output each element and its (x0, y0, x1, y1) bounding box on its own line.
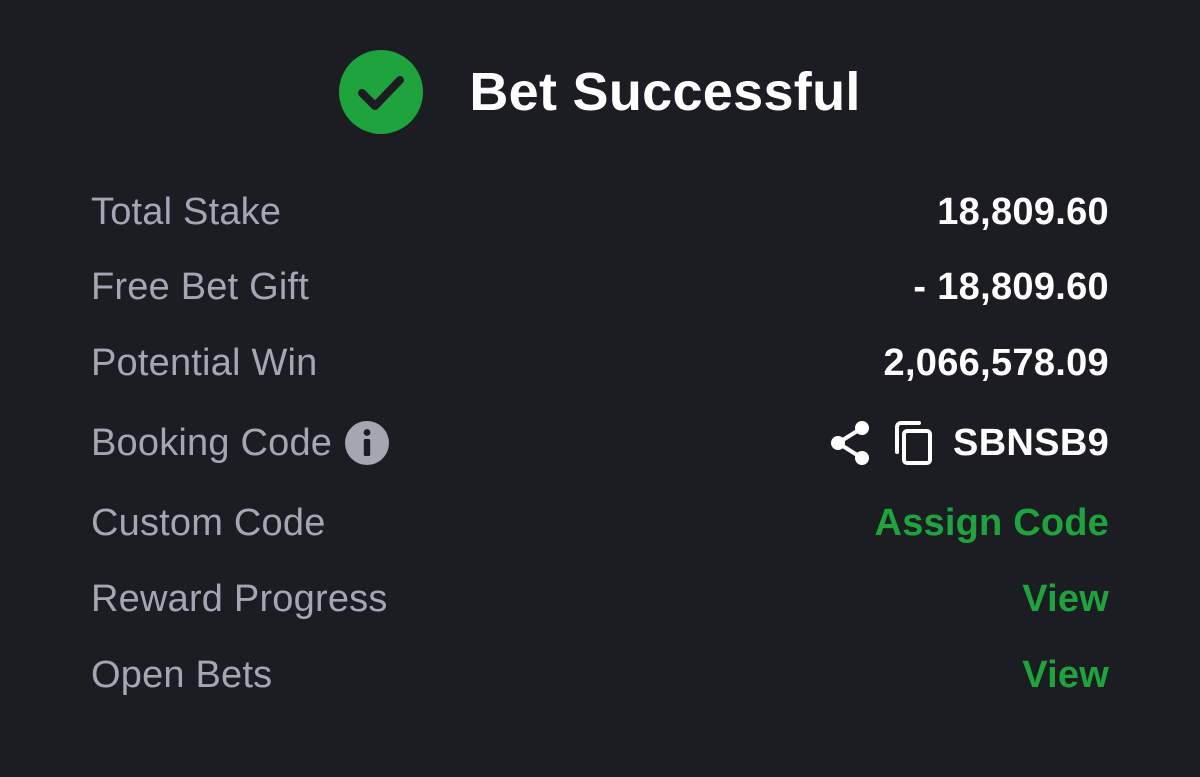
booking-code-row: Booking Code SBNSB9 (91, 413, 1109, 473)
page-title: Bet Successful (469, 62, 861, 122)
booking-code-label: Booking Code (91, 421, 333, 464)
copy-icon[interactable] (891, 419, 935, 467)
booking-code-label-group: Booking Code (91, 420, 390, 466)
custom-code-row: Custom Code Assign Code (91, 493, 1109, 553)
potential-win-label: Potential Win (91, 341, 318, 384)
info-icon[interactable] (344, 420, 390, 466)
share-icon[interactable] (827, 419, 873, 467)
reward-progress-label: Reward Progress (91, 577, 388, 620)
total-stake-label: Total Stake (91, 190, 282, 233)
check-circle-icon (339, 50, 424, 134)
open-bets-row: Open Bets View (91, 645, 1109, 705)
assign-code-link[interactable]: Assign Code (875, 502, 1109, 545)
open-bets-view-link[interactable]: View (1022, 654, 1109, 697)
reward-progress-row: Reward Progress View (91, 569, 1109, 629)
potential-win-value: 2,066,578.09 (883, 341, 1109, 384)
open-bets-label: Open Bets (91, 653, 273, 696)
booking-code-actions: SBNSB9 (827, 419, 1109, 467)
total-stake-row: Total Stake 18,809.60 (91, 182, 1109, 242)
free-bet-gift-value: - 18,809.60 (913, 265, 1109, 308)
potential-win-row: Potential Win 2,066,578.09 (91, 333, 1109, 393)
free-bet-gift-row: Free Bet Gift - 18,809.60 (91, 257, 1109, 317)
booking-code-value[interactable]: SBNSB9 (953, 422, 1109, 465)
reward-progress-view-link[interactable]: View (1022, 578, 1109, 621)
free-bet-gift-label: Free Bet Gift (91, 265, 310, 308)
custom-code-label: Custom Code (91, 501, 326, 544)
bet-success-header: Bet Successful (0, 50, 1200, 134)
total-stake-value: 18,809.60 (937, 190, 1109, 233)
